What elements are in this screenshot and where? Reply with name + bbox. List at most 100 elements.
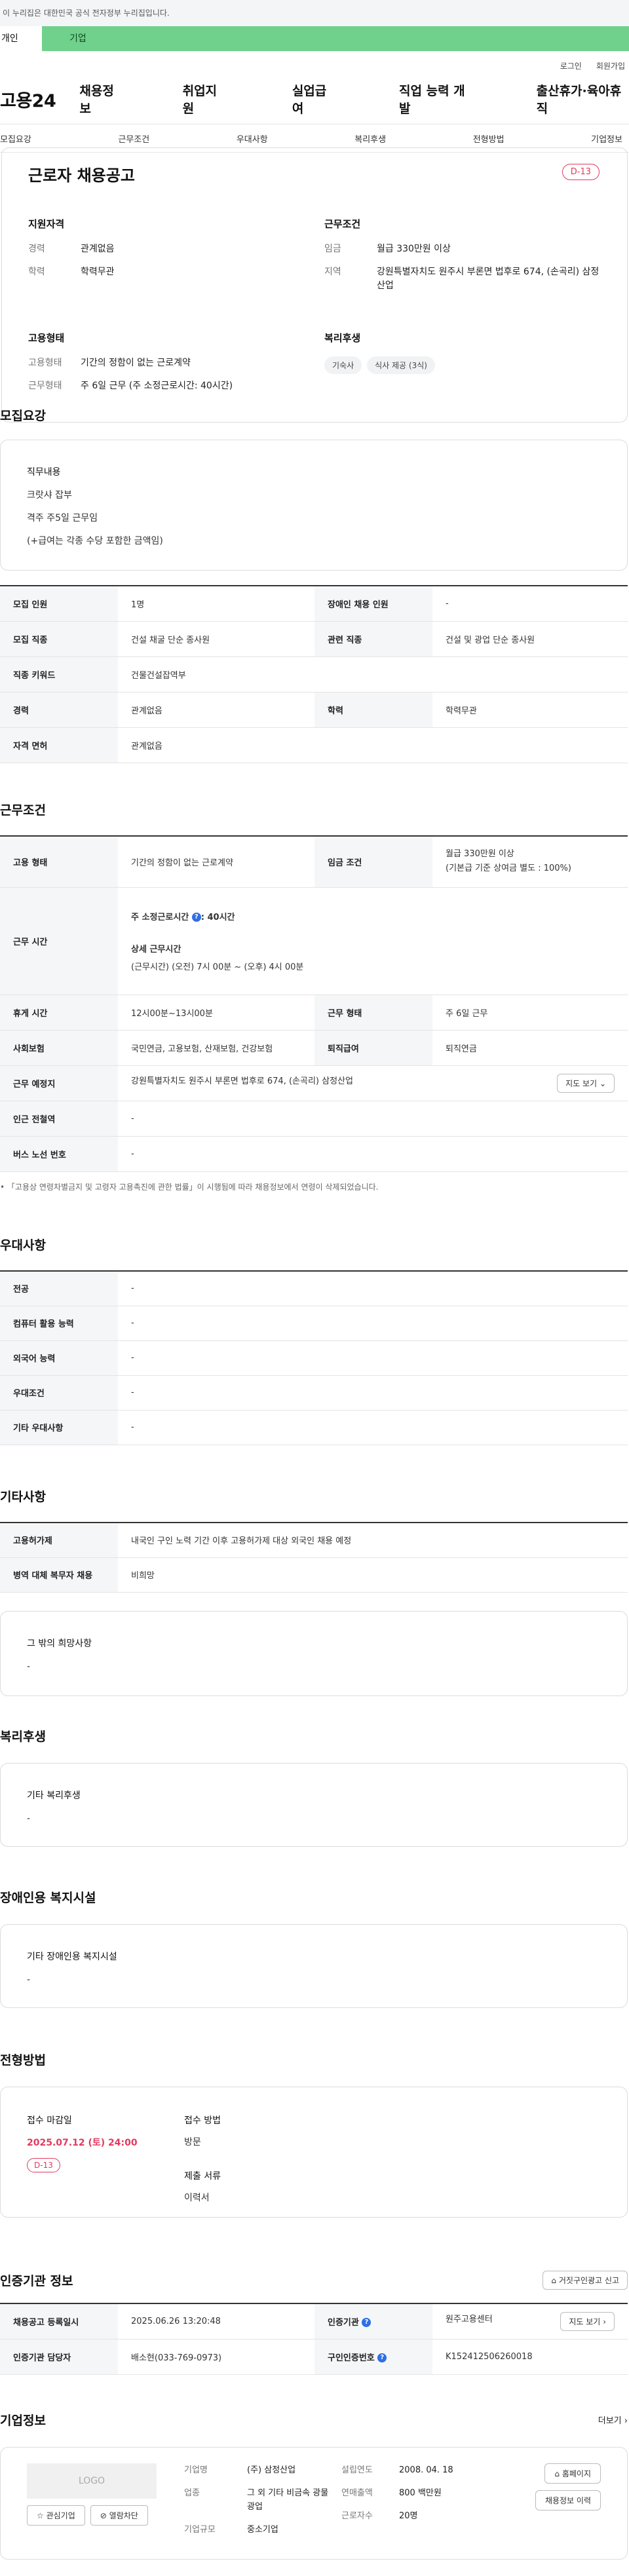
etc-section: 기타사항 고용허가제 내국인 구인 노력 기간 이후 고용허가제 대상 외국인 채… [0,1487,629,1696]
table-row: 경력 관계없음 학력 학력무관 [0,692,628,728]
prefer-title: 우대사항 [0,1238,46,1253]
job-history-button[interactable]: 채용정보 이력 [535,2490,601,2510]
disabled-fac-box: 기타 장애인용 복지시설 - [0,1924,628,2008]
cell-key: 전공 [0,1271,118,1306]
chevron-down-icon: ⌄ [599,1078,606,1088]
cell-value: - [118,1306,628,1341]
kv-key: 경력 [28,244,45,254]
selection-box: 접수 마감일 2025.07.12 (토) 24:00 D-13 접수 방법 방… [0,2087,628,2218]
job-summary-card: 근로자 채용공고 D-13 지원자격 경력 관계없음 학력 학력무관 근무조건 임금… [1,147,628,423]
cell-key: 모집 인원 [0,586,118,622]
cell-value: - [118,1136,628,1172]
homepage-button[interactable]: ⌂ 홈페이지 [544,2463,601,2484]
kv-key: 설립연도 [341,2465,373,2475]
weekly-hours-label: 주 소정근로시간 [131,912,189,922]
docs-heading: 제출 서류 [184,2171,221,2182]
welfare-chips: 기숙사 식사 제공 (3식) [324,356,601,374]
dday-badge: D-13 [562,164,600,180]
cell-key: 우대조건 [0,1375,118,1411]
agency-header: 인증기관 정보 ⌂ 거짓구인광고 신고 [0,2271,629,2290]
anchor-recruit[interactable]: 모집요강 [0,132,31,145]
help-icon[interactable]: ? [191,913,201,922]
anchor-selection[interactable]: 전형방법 [473,132,505,145]
prefer-table: 전공 - 컴퓨터 활용 능력 - 외국어 능력 - 우대조건 - 기타 우대사항 - [0,1270,628,1445]
cell-key: 병역 대체 복무자 채용 [0,1557,118,1593]
deadline-heading: 접수 마감일 [27,2115,72,2126]
cell-key: 직종 키워드 [0,656,118,692]
agency-table: 채용공고 등록일시 2025.06.26 13:20:48 인증기관 ? 원주고… [0,2303,628,2375]
cell-value: 내국인 구인 노력 기간 이후 고용허가제 대상 외국인 채용 예정 [118,1523,628,1558]
company-logo: LOGO [27,2463,157,2499]
anchor-company[interactable]: 기업정보 [591,132,622,145]
agency-title: 인증기관 정보 [0,2274,73,2288]
kv-value: 800 백만원 [399,2488,442,2498]
cell-value: - [118,1375,628,1411]
help-icon[interactable]: ? [377,2353,387,2362]
join-link[interactable]: 회원가입 [596,60,625,71]
kv-key: 고용형태 [28,358,62,368]
disabled-fac-section: 장애인용 복지시설 기타 장애인용 복지시설 - [0,1888,629,2008]
block-view-button[interactable]: ⊘ 열람차단 [90,2505,148,2526]
kv-key: 연매출액 [341,2488,373,2498]
table-row: 병역 대체 복무자 채용 비희망 [0,1557,628,1593]
cell-key: 학력 [314,692,432,728]
company-actions: ☆ 관심기업 ⊘ 열람차단 [27,2505,184,2526]
cell-value: 국민연금, 고용보험, 산재보험, 건강보험 [118,1030,314,1066]
table-row: 버스 노선 번호 - [0,1136,628,1172]
anchor-prefer[interactable]: 우대사항 [237,132,268,145]
kv-value: 주 6일 근무 (주 소정근로시간: 40시간) [81,381,233,391]
weekly-hours: 주 소정근로시간 ?: 40시간 [131,910,615,922]
help-icon[interactable]: ? [362,2318,372,2328]
report-false-ad-button[interactable]: ⌂ 거짓구인광고 신고 [543,2271,628,2290]
company-header: 기업정보 더보기 › [0,2411,629,2429]
cell-value: 기간의 정함이 없는 근로계약 [118,836,314,888]
table-row: 고용 형태 기간의 정함이 없는 근로계약 임금 조건 월급 330만원 이상 … [0,836,628,888]
age-note-text: 「고용상 연령차별금지 및 고령자 고용촉진에 관한 법률」이 시행됨에 따라 … [7,1182,379,1192]
other-wish-value: - [27,1661,31,1672]
map-view-button[interactable]: 지도 보기 ⌄ [557,1073,615,1093]
cell-value: - [118,1340,628,1376]
login-link[interactable]: 로그인 [560,60,582,71]
wage-line: (기본급 기준 상여금 별도 : 100%) [446,863,571,874]
gnb-item-unemployment-benefit[interactable]: 실업급여 [292,81,336,117]
gnb-item-skills[interactable]: 직업 능력 개발 [399,81,474,117]
site-logo[interactable]: 고용24 [0,86,75,112]
tab-company[interactable]: 기업 [42,26,629,51]
agency-map-button[interactable]: 지도 보기 › [560,2311,615,2331]
page: 이 누리집은 대한민국 공식 전자정부 누리집입니다. 개인 기업 로그인 회원… [0,0,629,2576]
welfare-box: 기타 복리후생 - [0,1763,628,1847]
duty-box: 직무내용 크랏샤 잡부 격주 주5일 근무임 (+급여는 각종 수당 포함한 금… [0,440,628,571]
table-row: 우대조건 - [0,1375,628,1411]
gnb-item-jobs[interactable]: 채용정보 [79,81,123,117]
user-type-tabs: 개인 기업 [0,26,629,51]
kv-value: 월급 330만원 이상 [377,244,451,254]
anchor-welfare[interactable]: 복리후생 [354,132,386,145]
inst-value: 원주고용센터 [446,2314,493,2324]
more-link[interactable]: 더보기 › [598,2414,628,2426]
qual-block: 지원자격 경력 관계없음 학력 학력무관 [28,217,324,302]
cell-key: 고용 형태 [0,836,118,888]
kv-row: 업종 그 외 기타 비금속 광물 광업 [184,2486,341,2514]
deadline-value: 2025.07.12 (토) 24:00 [27,2138,138,2148]
anchor-work[interactable]: 근무조건 [118,132,149,145]
weekly-hours-value: : 40시간 [200,912,235,922]
cell-key: 근무 형태 [314,994,432,1031]
agency-map-label: 지도 보기 [569,2317,601,2326]
etc-table: 고용허가제 내국인 구인 노력 기간 이후 고용허가제 대상 외국인 채용 예정 … [0,1522,628,1593]
kv-row: 설립연도 2008. 04. 18 [341,2463,499,2477]
tab-person[interactable]: 개인 [0,26,42,51]
cell-key: 외국어 능력 [0,1340,118,1376]
favorite-company-button[interactable]: ☆ 관심기업 [27,2505,85,2526]
kv-key: 기업규모 [184,2525,216,2535]
favorite-company-label: 관심기업 [46,2511,75,2520]
kv-row: 기업명 (주) 삼정산업 [184,2463,341,2477]
table-row: 외국어 능력 - [0,1340,628,1376]
more-label: 더보기 [598,2416,622,2426]
table-row: 기타 우대사항 - [0,1410,628,1445]
gnb-item-parental-leave[interactable]: 출산휴가·육아휴직 [537,81,629,117]
company-info-col2: 설립연도 2008. 04. 18 연매출액 800 백만원 근로자수 20명 [341,2463,499,2543]
kv-key: 업종 [184,2488,200,2498]
cert-no-label: 구인인증번호 [328,2353,375,2363]
gnb-item-employment-support[interactable]: 취업지원 [183,81,227,117]
kv-key: 기업명 [184,2465,208,2475]
